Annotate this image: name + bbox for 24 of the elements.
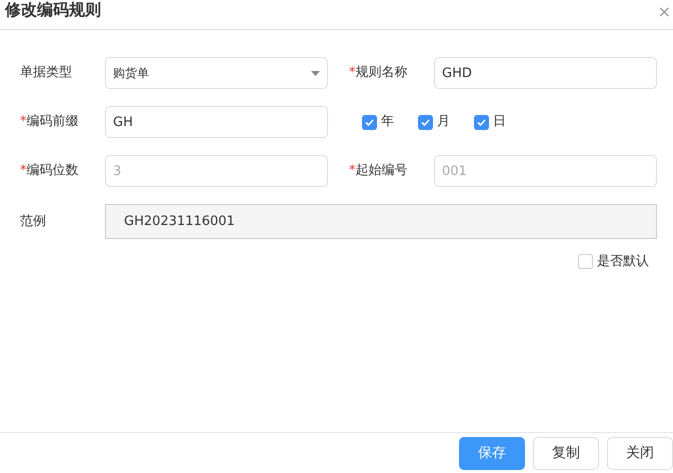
checkbox-label: 是否默认	[597, 253, 649, 271]
input-field[interactable]: GHD	[434, 57, 657, 89]
checkbox[interactable]	[578, 254, 593, 270]
checkbox-label: 日	[493, 113, 506, 132]
field-label: *规则名称	[349, 64, 408, 82]
dialog-title: 修改编码规则	[5, 0, 101, 20]
field-label: 范例	[20, 212, 47, 231]
field-label: *编码位数	[20, 162, 80, 180]
checkbox-label: 年	[381, 113, 394, 132]
example-field: GH20231116001	[105, 204, 657, 239]
checkbox[interactable]	[474, 114, 489, 130]
field-label: 单据类型	[20, 64, 73, 82]
checkbox-label: 月	[437, 113, 450, 132]
checkbox[interactable]	[418, 114, 433, 130]
field-label: *编码前缀	[20, 113, 80, 132]
select-field[interactable]: 购货单	[105, 57, 328, 89]
input-field[interactable]: 001	[434, 155, 657, 187]
input-field[interactable]: 3	[105, 155, 328, 187]
caret-icon	[311, 70, 320, 76]
input-field[interactable]: GH	[105, 106, 328, 138]
field-label: *起始编号	[349, 162, 408, 180]
checkbox[interactable]	[362, 114, 377, 130]
footer-button[interactable]: 关闭	[607, 436, 673, 470]
footer-button[interactable]: 复制	[533, 436, 599, 470]
